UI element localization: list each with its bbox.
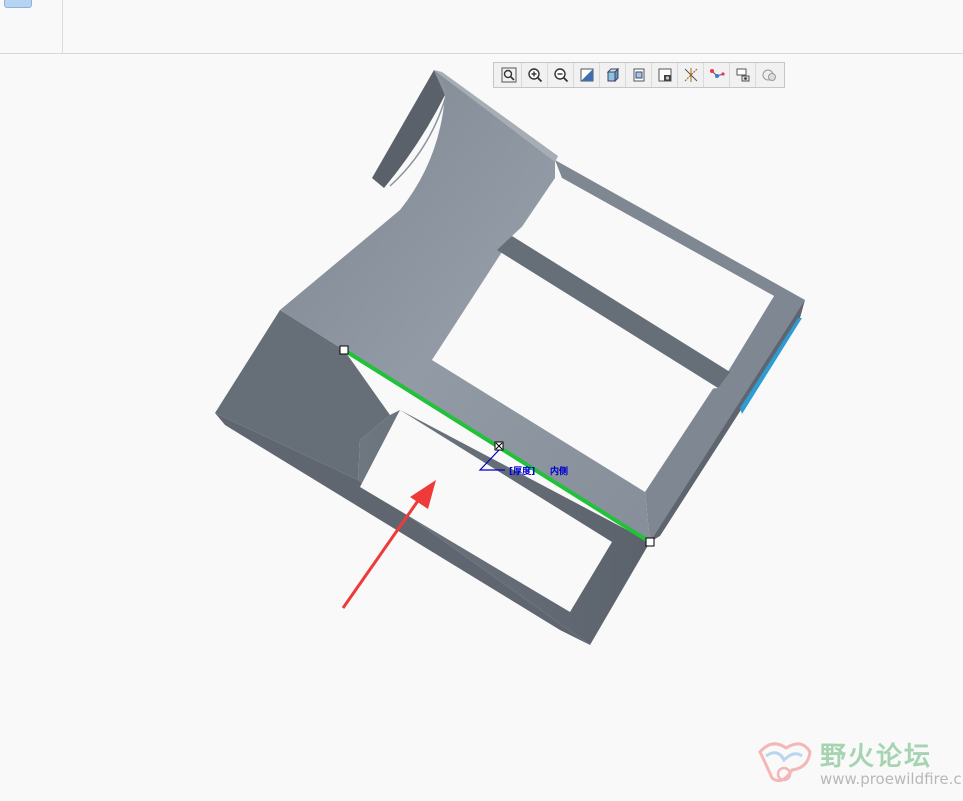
flame-logo-icon [758, 742, 812, 783]
view-toolbar [493, 62, 785, 88]
display-style-button[interactable] [600, 63, 626, 87]
display-style-icon [606, 67, 619, 83]
repaint-icon [580, 68, 593, 82]
spin-center-icon [709, 69, 725, 78]
edge-handle-start[interactable] [339, 345, 349, 355]
appearance-icon [762, 69, 776, 81]
zoom-fit-icon [501, 67, 516, 83]
zoom-in-icon [527, 68, 542, 83]
forum-watermark: 野火论坛 www.proewildfire.cn [748, 730, 963, 796]
datum-display-button[interactable] [678, 63, 704, 87]
edge-handle-end[interactable] [645, 537, 655, 547]
saved-views-button[interactable] [626, 63, 652, 87]
model-scene: [厚度] 内侧 [215, 70, 805, 645]
appearance-button[interactable] [756, 63, 782, 87]
datum-display-icon [684, 68, 697, 82]
zoom-out-icon [553, 68, 568, 83]
annotation-display-icon [736, 68, 749, 82]
annotation-display-button[interactable] [730, 63, 756, 87]
zoom-fit-button[interactable] [496, 63, 522, 87]
watermark-url: www.proewildfire.cn [820, 770, 963, 788]
saved-views-icon [633, 68, 644, 82]
zoom-out-button[interactable] [548, 63, 574, 87]
side-label[interactable]: 内侧 [550, 465, 568, 477]
thickness-label[interactable]: [厚度] [509, 465, 535, 477]
view-manager-button[interactable] [652, 63, 678, 87]
repaint-button[interactable] [574, 63, 600, 87]
watermark-title: 野火论坛 [820, 742, 933, 772]
spin-center-button[interactable] [704, 63, 730, 87]
view-manager-icon [658, 68, 671, 82]
zoom-in-button[interactable] [522, 63, 548, 87]
